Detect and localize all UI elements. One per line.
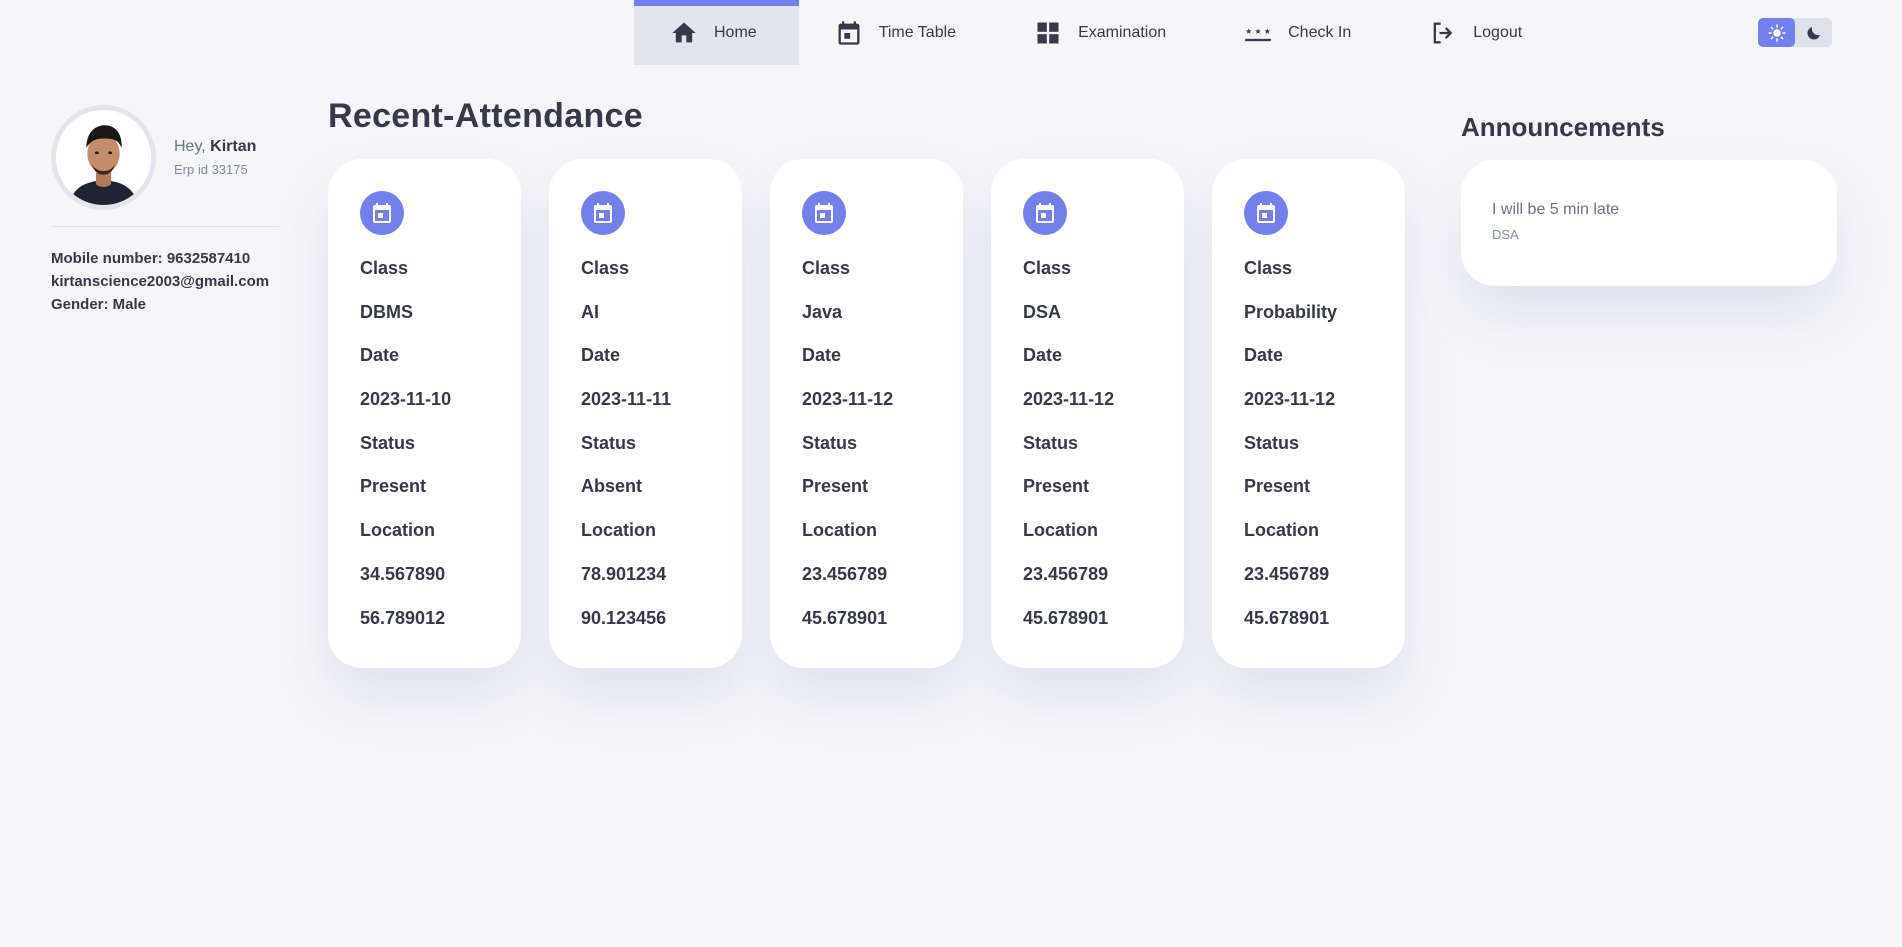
latitude-value: 23.456789 (802, 563, 888, 584)
nav-logout[interactable]: Logout (1393, 0, 1564, 65)
attendance-title: Recent-Attendance (328, 97, 643, 135)
date-value: 2023-11-12 (802, 389, 894, 410)
class-value: DSA (1023, 301, 1062, 322)
status-label: Status (802, 432, 858, 453)
grid-icon (1034, 19, 1062, 47)
date-value: 2023-11-12 (1244, 389, 1336, 410)
status-label: Status (1023, 432, 1079, 453)
status-label: Status (1244, 432, 1300, 453)
profile-panel: Hey, Kirtan Erp id 33175 Mobile number: … (51, 105, 301, 316)
location-label: Location (360, 520, 435, 541)
location-label: Location (1023, 520, 1098, 541)
status-label: Status (581, 432, 637, 453)
profile-divider (51, 226, 279, 227)
date-label: Date (581, 345, 621, 366)
erp-id: Erp id 33175 (174, 162, 248, 177)
avatar (51, 105, 156, 210)
calendar-icon (360, 191, 404, 235)
class-value: AI (581, 301, 599, 322)
class-label: Class (802, 258, 851, 278)
attendance-card[interactable]: Class AI Date 2023-11-11 Status Absent L… (549, 159, 742, 668)
attendance-card[interactable]: Class Probability Date 2023-11-12 Status… (1212, 159, 1405, 668)
attendance-card[interactable]: Class DBMS Date 2023-11-10 Status Presen… (328, 159, 521, 668)
calendar-icon (581, 191, 625, 235)
theme-toggle[interactable] (1758, 18, 1832, 47)
status-value: Present (1023, 476, 1090, 497)
location-label: Location (802, 520, 877, 541)
longitude-value: 45.678901 (1244, 607, 1330, 628)
profile-info: Hey, Kirtan Erp id 33175 (174, 138, 256, 177)
longitude-value: 90.123456 (581, 607, 667, 628)
moon-icon[interactable] (1795, 18, 1832, 47)
user-name: Kirtan (210, 138, 257, 155)
class-label: Class (581, 258, 630, 278)
class-value: Java (802, 301, 843, 322)
attendance-card[interactable]: Class Java Date 2023-11-12 Status Presen… (770, 159, 963, 668)
class-value: DBMS (360, 301, 413, 322)
nav-home-label: Home (714, 23, 757, 41)
latitude-value: 23.456789 (1023, 563, 1109, 584)
attendance-cards: Class DBMS Date 2023-11-10 Status Presen… (328, 159, 1405, 668)
announcement-subject: DSA (1492, 227, 1519, 242)
logout-icon (1429, 19, 1457, 47)
attendance-card[interactable]: Class DSA Date 2023-11-12 Status Present… (991, 159, 1184, 668)
profile-header: Hey, Kirtan Erp id 33175 (51, 105, 301, 210)
longitude-value: 45.678901 (802, 607, 888, 628)
date-value: 2023-11-10 (360, 389, 452, 410)
gender: Gender: Male (51, 296, 147, 313)
calendar-icon (1023, 191, 1067, 235)
date-value: 2023-11-11 (581, 389, 672, 410)
date-label: Date (360, 345, 400, 366)
nav-check-in-label: Check In (1288, 23, 1352, 41)
nav-time-table[interactable]: Time Table (799, 0, 998, 65)
greeting: Hey, Kirtan (174, 138, 256, 156)
greeting-text: Hey, (174, 138, 206, 155)
latitude-value: 23.456789 (1244, 563, 1330, 584)
location-label: Location (581, 520, 656, 541)
announcement-card[interactable]: I will be 5 min late DSA (1461, 160, 1837, 286)
status-label: Status (360, 432, 416, 453)
date-label: Date (1244, 345, 1284, 366)
nav-logout-label: Logout (1473, 23, 1523, 41)
home-icon (670, 19, 698, 47)
status-value: Present (1244, 476, 1311, 497)
nav-examination[interactable]: Examination (998, 0, 1208, 65)
nav-home[interactable]: Home (634, 0, 799, 65)
status-value: Absent (581, 476, 643, 497)
class-label: Class (360, 258, 409, 278)
email-address: kirtanscience2003@gmail.com (51, 273, 270, 290)
sun-icon[interactable] (1758, 18, 1795, 47)
announcement-message: I will be 5 min late (1492, 201, 1620, 218)
class-label: Class (1244, 258, 1293, 278)
nav-examination-label: Examination (1078, 23, 1167, 41)
nav-check-in[interactable]: Check In (1208, 0, 1393, 65)
class-value: Probability (1244, 301, 1338, 322)
calendar-icon (1244, 191, 1288, 235)
announcements-title: Announcements (1461, 112, 1665, 142)
latitude-value: 34.567890 (360, 563, 446, 584)
date-label: Date (802, 345, 842, 366)
top-nav: Home Time Table Examination Check In Log… (634, 0, 1564, 65)
longitude-value: 45.678901 (1023, 607, 1109, 628)
calendar-icon (835, 19, 863, 47)
class-label: Class (1023, 258, 1072, 278)
calendar-icon (802, 191, 846, 235)
location-label: Location (1244, 520, 1319, 541)
status-value: Present (360, 476, 427, 497)
status-value: Present (802, 476, 869, 497)
password-icon (1244, 19, 1272, 47)
longitude-value: 56.789012 (360, 607, 446, 628)
date-label: Date (1023, 345, 1063, 366)
mobile-number: Mobile number: 9632587410 (51, 250, 251, 267)
date-value: 2023-11-12 (1023, 389, 1115, 410)
nav-time-table-label: Time Table (878, 23, 957, 41)
latitude-value: 78.901234 (581, 563, 667, 584)
